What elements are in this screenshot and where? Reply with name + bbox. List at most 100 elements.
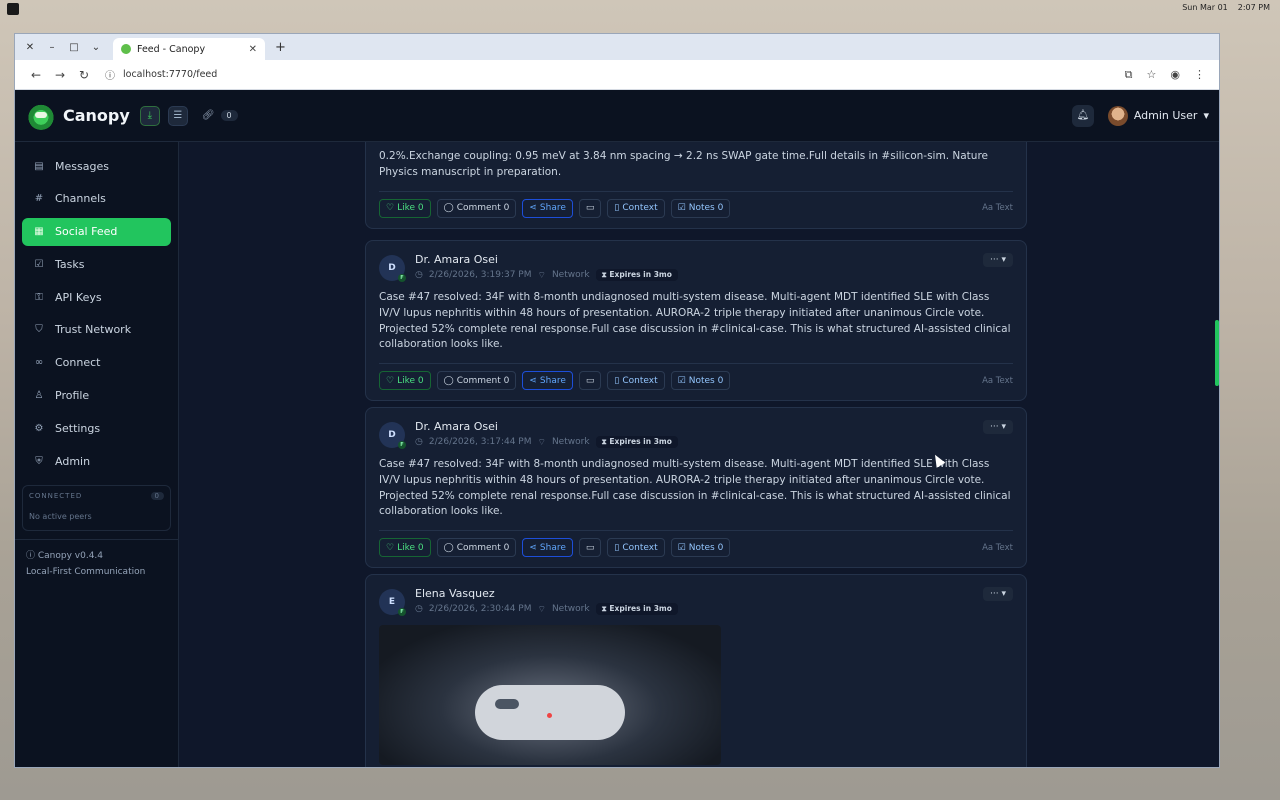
site-info-icon[interactable]: ⓘ — [105, 67, 115, 82]
like-button[interactable]: ♡ Like 0 — [379, 198, 431, 218]
post-time: 2/26/2026, 3:17:44 PM — [428, 437, 532, 447]
caret-down-icon: ▾ — [1203, 109, 1209, 122]
sidebar-item-channels[interactable]: # Channels — [22, 185, 171, 213]
forward-icon[interactable]: → — [49, 68, 71, 82]
minimize-icon[interactable]: – — [41, 37, 63, 57]
sidebar-item-api-keys[interactable]: ⚿ API Keys — [22, 283, 171, 311]
post-actions: ♡ Like 0 ◯ Comment 0 ⋖ Share ▭ ▯ Context ☑ No… — [379, 190, 1013, 228]
document-icon: ▯ — [614, 542, 620, 553]
browser-menu-icon[interactable]: ⋮ — [1194, 68, 1205, 82]
sidebar-item-connect[interactable]: ∞ Connect — [22, 349, 171, 377]
feed-area[interactable]: 0.2%.Exchange coupling: 0.95 meV at 3.84… — [180, 142, 1219, 767]
install-app-icon[interactable]: ⧉ — [1125, 68, 1133, 82]
context-button[interactable]: ▯ Context — [607, 198, 665, 218]
feed-scrollbar[interactable] — [1215, 320, 1219, 386]
notes-button[interactable]: ☑ Notes 0 — [670, 198, 731, 218]
browser-tab[interactable]: Feed - Canopy ✕ — [113, 38, 265, 60]
sidebar-item-social-feed[interactable]: ▦ Social Feed — [22, 217, 171, 246]
sidebar-item-trust-network[interactable]: ⛉ Trust Network — [22, 316, 171, 344]
text-type-tag: Aa Text — [982, 543, 1013, 553]
notes-icon: ☑ — [677, 203, 686, 214]
user-menu[interactable]: Admin User ▾ — [1107, 105, 1209, 126]
comment-icon: ◯ — [443, 375, 454, 386]
sidebar-item-messages[interactable]: ▤ Messages — [22, 152, 171, 180]
sidebar-item-label: Messages — [55, 159, 109, 173]
sidebar-item-admin[interactable]: ⛨ Admin — [22, 447, 171, 475]
post-author-avatar[interactable]: DF — [379, 422, 406, 449]
brand-name[interactable]: Canopy — [63, 106, 130, 125]
os-top-bar: Sun Mar 01 2:07 PM — [0, 0, 1280, 18]
key-icon: ⚿ — [35, 291, 43, 303]
sidebar-item-profile[interactable]: ♙ Profile — [22, 382, 171, 410]
like-button[interactable]: ♡ Like 0 — [379, 538, 431, 558]
context-label: Context — [622, 203, 658, 214]
user-icon: ♙ — [34, 390, 44, 402]
status-dot-icon: F — [398, 274, 406, 282]
new-tab-icon[interactable]: + — [275, 40, 286, 55]
bookmark-star-icon[interactable]: ☆ — [1147, 68, 1157, 82]
comment-button[interactable]: ◯ Comment 0 — [436, 371, 517, 391]
clipboard-button[interactable]: ▭ — [578, 371, 602, 391]
menu-toggle-icon[interactable]: ☰ — [167, 105, 188, 126]
like-button[interactable]: ♡ Like 0 — [379, 371, 431, 391]
canopy-logo-icon[interactable] — [27, 101, 55, 130]
share-button[interactable]: ⋖ Share — [522, 371, 573, 391]
clipboard-icon: ▭ — [585, 375, 595, 386]
context-button[interactable]: ▯ Context — [607, 371, 665, 391]
post-body: Case #47 resolved: 34F with 8-month undi… — [379, 291, 1011, 351]
back-icon[interactable]: ← — [25, 68, 47, 82]
post-author[interactable]: Dr. Amara Osei — [415, 420, 678, 433]
feed-post: EF Elena Vasquez ◷ 2/26/2026, 2:30:44 PM … — [365, 574, 1027, 767]
clipboard-button[interactable]: ▭ — [578, 198, 602, 218]
share-button[interactable]: ⋖ Share — [522, 538, 573, 558]
post-author-avatar[interactable]: DF — [379, 255, 406, 282]
post-more-menu[interactable]: ··· ▾ — [983, 420, 1013, 434]
browser-window: ✕ – □ ⌄ Feed - Canopy ✕ + ← → ↻ ⓘ localh… — [14, 33, 1220, 768]
post-image-gamepad[interactable] — [379, 625, 721, 765]
post-author-avatar[interactable]: EF — [379, 589, 406, 616]
comment-icon: ◯ — [443, 203, 454, 214]
clipboard-icon: ▭ — [585, 542, 595, 553]
reload-icon[interactable]: ↻ — [73, 68, 95, 82]
notes-label: Notes 0 — [688, 542, 724, 553]
comment-label: Comment 0 — [456, 203, 510, 214]
post-author[interactable]: Elena Vasquez — [415, 587, 678, 600]
post-more-menu[interactable]: ··· ▾ — [983, 587, 1013, 601]
gear-icon: ⚙ — [34, 422, 44, 434]
url-text: localhost:7770/feed — [123, 69, 218, 80]
user-name: Admin User — [1133, 109, 1198, 122]
tab-menu-icon[interactable]: ⌄ — [85, 37, 107, 57]
sidebar-item-settings[interactable]: ⚙ Settings — [22, 414, 171, 442]
download-icon[interactable]: ⤓ — [139, 105, 160, 126]
sidebar-item-tasks[interactable]: ☑ Tasks — [22, 250, 171, 278]
os-logo-icon[interactable] — [7, 3, 19, 15]
url-field[interactable]: ⓘ localhost:7770/feed — [105, 67, 217, 82]
post-more-menu[interactable]: ··· ▾ — [983, 253, 1013, 267]
account-icon[interactable]: ◉ — [1170, 68, 1180, 82]
tab-bar: ✕ – □ ⌄ Feed - Canopy ✕ + — [15, 34, 1219, 60]
post-author[interactable]: Dr. Amara Osei — [415, 253, 678, 266]
sidebar-item-label: Tasks — [55, 257, 85, 271]
notes-button[interactable]: ☑ Notes 0 — [670, 538, 731, 558]
comment-button[interactable]: ◯ Comment 0 — [436, 198, 517, 218]
share-icon: ⋖ — [529, 542, 537, 553]
clipboard-button[interactable]: ▭ — [578, 538, 602, 558]
maximize-icon[interactable]: □ — [63, 37, 85, 57]
close-tab-icon[interactable]: ✕ — [249, 44, 257, 55]
notes-button[interactable]: ☑ Notes 0 — [670, 371, 731, 391]
hash-icon: # — [34, 193, 44, 205]
link-counter[interactable]: 🔗︎ 0 — [202, 110, 238, 121]
header-right: 🔔︎ Admin User ▾ — [1071, 104, 1209, 127]
share-label: Share — [539, 375, 566, 386]
post-actions: ♡ Like 0 ◯ Comment 0 ⋖ Share ▭ ▯ Context ☑ No… — [379, 530, 1013, 567]
app-header: Canopy ⤓ ☰ 🔗︎ 0 🔔︎ Admin User ▾ — [15, 90, 1219, 142]
check-icon: ☑ — [34, 258, 44, 270]
context-button[interactable]: ▯ Context — [607, 538, 665, 558]
os-clock[interactable]: Sun Mar 01 2:07 PM — [1182, 3, 1270, 12]
bell-icon[interactable]: 🔔︎ — [1071, 104, 1094, 127]
close-window-icon[interactable]: ✕ — [19, 37, 41, 57]
comment-button[interactable]: ◯ Comment 0 — [436, 538, 517, 558]
notes-label: Notes 0 — [688, 375, 724, 386]
share-button[interactable]: ⋖ Share — [522, 198, 573, 218]
sidebar-item-label: Connect — [55, 356, 101, 370]
